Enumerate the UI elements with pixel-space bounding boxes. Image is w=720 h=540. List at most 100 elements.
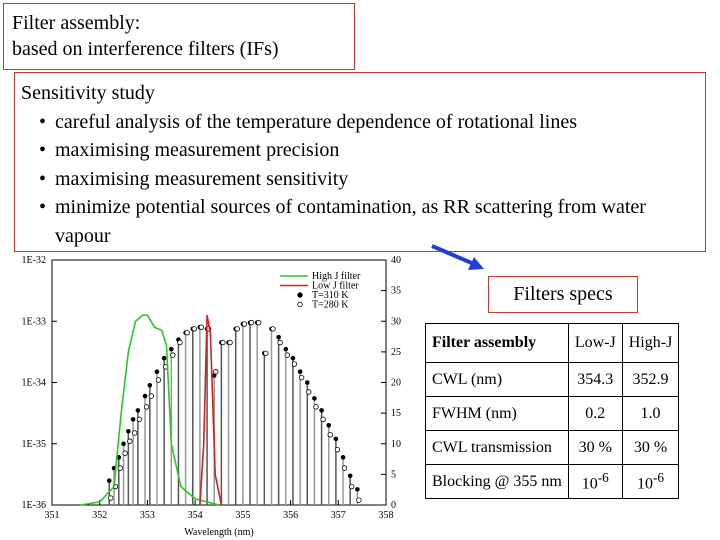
point-T310 (168, 346, 174, 352)
sensitivity-heading: Sensitivity study (21, 82, 155, 104)
point-T310 (161, 355, 167, 361)
x-tick-label: 358 (379, 510, 394, 521)
y-right-tick-label: 10 (391, 439, 401, 450)
point-T310 (312, 396, 317, 401)
point-T280 (191, 326, 197, 332)
point-T280 (277, 339, 283, 346)
point-T280 (320, 416, 326, 423)
x-tick-label: 352 (92, 510, 107, 521)
point-T280 (143, 404, 150, 410)
point-T280 (136, 416, 143, 423)
point-T280 (227, 339, 233, 346)
point-T280 (108, 495, 114, 501)
bullet: minimize potential sources of contaminat… (39, 193, 699, 250)
y-right-tick-label: 25 (391, 347, 401, 358)
point-T310 (130, 417, 136, 422)
sensitivity-box: Sensitivity study careful analysis of th… (14, 72, 706, 252)
point-T310 (276, 334, 281, 340)
x-tick-label: 356 (283, 510, 298, 521)
point-T280 (334, 446, 341, 453)
y-left-tick-label: 1E-36 (22, 500, 46, 511)
point-T280 (184, 330, 190, 336)
table-row: FWHM (nm) 0.2 1.0 (425, 396, 680, 431)
table-header-row: Filter assembly Low-J High-J (425, 323, 680, 363)
point-T280 (341, 465, 348, 471)
arrow-icon (431, 244, 484, 270)
y-right-tick-label: 30 (391, 316, 401, 327)
y-right-tick-label: 15 (391, 408, 401, 419)
y-right-tick-label: 40 (391, 255, 401, 266)
point-T280 (131, 430, 138, 436)
x-tick-label: 357 (331, 510, 346, 521)
point-T280 (356, 497, 362, 503)
bullet: careful analysis of the temperature depe… (39, 108, 699, 137)
x-tick-label: 351 (45, 510, 60, 521)
point-T310 (355, 487, 360, 492)
point-T280 (213, 369, 219, 375)
point-T280 (177, 339, 183, 346)
legend-marker (297, 301, 303, 308)
filters-specs-label: Filters specs (488, 276, 638, 313)
y-left-tick-label: 1E-34 (22, 378, 46, 389)
point-T310 (283, 346, 289, 352)
point-T280 (198, 324, 205, 330)
point-T280 (327, 432, 333, 438)
point-T310 (326, 423, 332, 428)
table-row: Blocking @ 355 nm 10-6 10-6 (425, 464, 680, 499)
point-T310 (297, 369, 303, 375)
point-T310 (126, 428, 131, 434)
x-axis-label: Wavelength (nm) (184, 527, 253, 538)
title-box: Filter assembly: based on interference f… (3, 3, 355, 70)
point-T280 (298, 374, 305, 381)
y-right-tick-label: 35 (391, 286, 401, 297)
point-T280 (122, 450, 128, 456)
point-T280 (291, 361, 298, 367)
spectrum-chart: 351 352 353 354 355 356 357 358Wavelength (nm)1… (22, 255, 401, 538)
point-T280 (255, 319, 262, 326)
point-T280 (234, 326, 240, 332)
point-T280 (170, 352, 176, 358)
y-left-tick-label: 1E-32 (22, 255, 46, 266)
x-tick-label: 355 (235, 510, 250, 521)
point-T280 (349, 483, 355, 490)
point-T310 (340, 455, 346, 460)
point-T310 (319, 408, 324, 413)
point-T310 (304, 380, 310, 385)
point-T280 (148, 393, 155, 399)
point-T280 (127, 438, 133, 444)
point-T280 (263, 350, 269, 356)
filter-curve-low-j (199, 314, 223, 506)
legend-label: T=280 K (312, 300, 349, 311)
point-T280 (117, 465, 123, 471)
point-T280 (155, 377, 162, 383)
title-line-1: Filter assembly: (12, 12, 141, 34)
bullet: maximising measurement sensitivity (39, 165, 699, 194)
point-T280 (241, 321, 248, 327)
point-T310 (347, 473, 353, 479)
y-right-tick-label: 0 (391, 500, 396, 511)
y-left-tick-label: 1E-35 (22, 439, 46, 450)
legend-marker (297, 292, 303, 298)
point-T310 (121, 441, 126, 447)
y-left-tick-label: 1E-33 (22, 316, 46, 327)
point-T280 (220, 339, 226, 346)
point-T310 (290, 355, 296, 361)
point-T280 (284, 352, 290, 358)
x-tick-label: 353 (140, 510, 155, 521)
header-cell: Filter assembly (425, 323, 569, 363)
point-T280 (313, 404, 319, 410)
y-right-tick-label: 5 (391, 469, 396, 480)
point-T280 (306, 389, 312, 395)
filter-specs-table: Filter assembly Low-J High-J CWL (nm) 354… (425, 323, 680, 499)
y-right-tick-label: 20 (391, 378, 401, 389)
header-cell: Low-J (567, 323, 623, 363)
point-T310 (154, 369, 160, 375)
table-row: CWL (nm) 354.3 352.9 (425, 362, 680, 397)
point-T310 (106, 478, 112, 483)
point-T310 (135, 408, 141, 413)
table-row: CWL transmission 30 % 30 % (425, 430, 680, 465)
point-T280 (270, 326, 276, 332)
point-T280 (248, 319, 255, 326)
header-cell: High-J (621, 323, 680, 363)
point-T310 (142, 393, 148, 399)
